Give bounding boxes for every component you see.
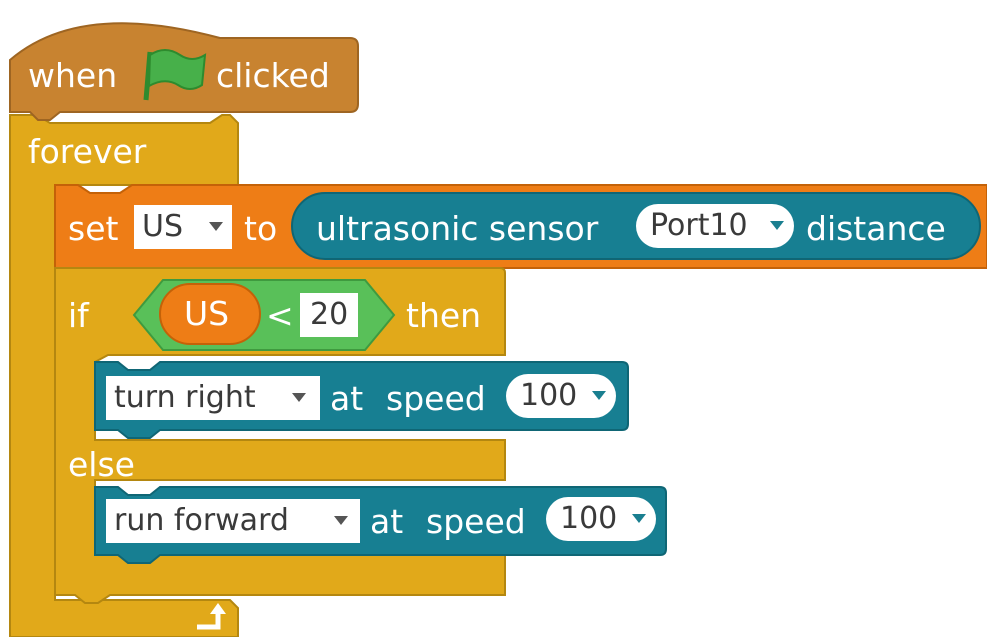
direction-dropdown-run[interactable]: run forward [106, 499, 360, 543]
dropdown-arrow-icon [209, 222, 223, 231]
speed-dropdown-run[interactable]: 100 [546, 497, 656, 541]
compare-value-input[interactable]: 20 [300, 293, 358, 337]
else-label: else [68, 445, 135, 484]
direction-dropdown-turn[interactable]: turn right [106, 376, 320, 420]
ultrasonic-sensor-label: ultrasonic sensor [316, 209, 599, 248]
then-label: then [406, 296, 482, 335]
speed-value-turn: 100 [520, 378, 578, 413]
less-than-symbol: < [266, 296, 294, 335]
when-label: when [28, 56, 118, 95]
clicked-label: clicked [216, 56, 330, 95]
compare-value: 20 [310, 297, 349, 332]
speed-label-1: speed [386, 379, 486, 418]
forever-label: forever [28, 132, 147, 171]
dropdown-arrow-icon [770, 221, 784, 230]
if-label: if [68, 296, 89, 335]
set-label: set [68, 209, 119, 248]
variable-dropdown-value: US [142, 209, 184, 244]
at-label-2: at [370, 502, 404, 541]
speed-label-2: speed [426, 502, 526, 541]
dropdown-arrow-icon [592, 391, 606, 400]
condition-variable: US [184, 294, 230, 333]
variable-dropdown[interactable]: US [134, 205, 232, 249]
distance-label: distance [806, 209, 946, 248]
dropdown-arrow-icon [334, 516, 348, 525]
direction-dropdown-turn-value: turn right [114, 380, 256, 415]
port-dropdown[interactable]: Port10 [636, 204, 794, 248]
at-label-1: at [330, 379, 364, 418]
to-label: to [244, 209, 278, 248]
dropdown-arrow-icon [632, 514, 646, 523]
port-dropdown-value: Port10 [650, 208, 748, 243]
dropdown-arrow-icon [292, 393, 306, 402]
speed-dropdown-turn[interactable]: 100 [506, 374, 616, 418]
direction-dropdown-run-value: run forward [114, 503, 289, 538]
speed-value-run: 100 [560, 501, 618, 536]
